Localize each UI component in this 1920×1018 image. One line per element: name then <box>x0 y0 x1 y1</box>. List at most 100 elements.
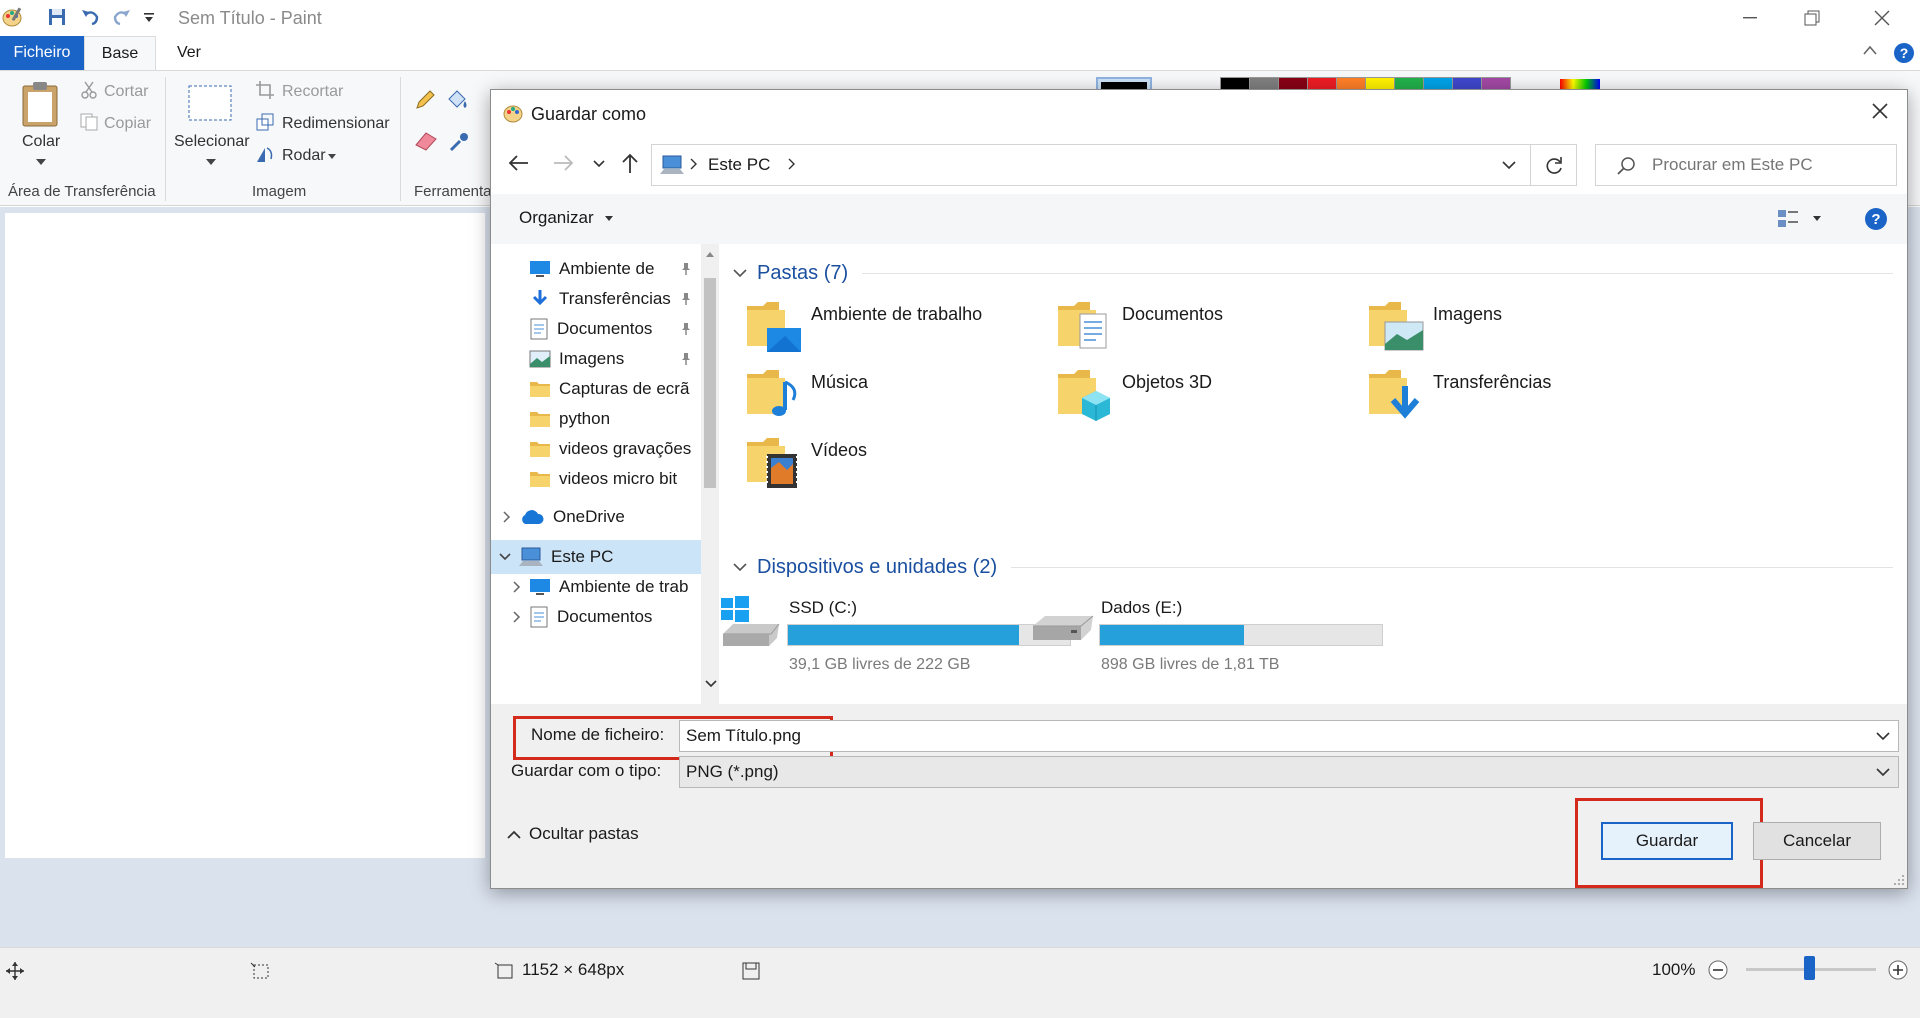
nav-item[interactable]: Documentos <box>491 312 701 346</box>
quick-save-icon[interactable] <box>48 8 66 26</box>
paint-app-icon[interactable] <box>2 6 24 28</box>
folder-name: Documentos <box>1122 304 1224 324</box>
resize-grip-icon[interactable] <box>1893 874 1905 886</box>
close-window-button[interactable] <box>1852 0 1912 36</box>
breadcrumb-chevron-icon[interactable] <box>690 158 698 170</box>
rotate-dropdown-icon[interactable] <box>328 154 336 159</box>
zoom-in-button[interactable] <box>1888 960 1908 980</box>
dialog-close-button[interactable] <box>1871 102 1889 120</box>
pencil-icon[interactable] <box>414 89 436 111</box>
music-folder-icon <box>745 364 805 424</box>
minimize-button[interactable] <box>1720 0 1780 36</box>
select-dropdown-icon[interactable] <box>206 159 216 165</box>
redo-icon[interactable] <box>112 7 132 27</box>
organize-dropdown-icon[interactable] <box>605 216 613 221</box>
crop-button[interactable]: Recortar <box>282 83 343 101</box>
address-history-dropdown-icon[interactable] <box>1502 161 1516 170</box>
onedrive-icon <box>519 509 545 525</box>
nav-item[interactable]: Este PC <box>491 540 701 574</box>
folder-item[interactable]: Transferências <box>1367 364 1727 444</box>
filetype-select[interactable]: PNG (*.png) <box>679 756 1899 788</box>
cancel-button[interactable]: Cancelar <box>1753 822 1881 860</box>
help-icon[interactable]: ? <box>1893 42 1915 64</box>
zoom-out-button[interactable] <box>1708 960 1728 980</box>
filename-input[interactable] <box>686 721 1686 751</box>
nav-item[interactable]: Documentos <box>491 600 701 634</box>
collapse-ribbon-icon[interactable] <box>1862 44 1878 56</box>
ribbon-tabs: Ficheiro Base Ver ? <box>0 36 1920 70</box>
dialog-toolbar: Organizar ? <box>491 194 1907 244</box>
expand-chevron-icon[interactable] <box>513 611 521 623</box>
pin-icon <box>679 292 693 306</box>
organize-menu[interactable]: Organizar <box>519 208 594 228</box>
nav-item[interactable]: videos micro bit <box>491 462 701 496</box>
paste-icon[interactable] <box>20 81 60 127</box>
address-bar[interactable]: Este PC <box>651 144 1531 186</box>
expand-chevron-icon[interactable] <box>503 511 511 523</box>
up-button[interactable] <box>621 152 639 174</box>
tab-file[interactable]: Ficheiro <box>0 36 84 70</box>
breadcrumb-this-pc[interactable]: Este PC <box>708 155 770 175</box>
hide-folders-chevron-icon[interactable] <box>507 830 521 839</box>
search-input[interactable] <box>1652 145 1888 185</box>
nav-item[interactable]: videos gravações <box>491 432 701 466</box>
paste-dropdown-icon[interactable] <box>36 159 46 165</box>
tools-group-label: Ferramenta <box>414 183 492 200</box>
nav-item[interactable]: Ambiente de <box>491 252 701 286</box>
save-button[interactable]: Guardar <box>1601 822 1733 860</box>
color-picker-icon[interactable] <box>448 131 470 153</box>
nav-item[interactable]: OneDrive <box>491 500 701 534</box>
nav-item[interactable]: Imagens <box>491 342 701 376</box>
tab-view[interactable]: Ver <box>156 36 222 70</box>
folder-item[interactable]: Objetos 3D <box>1056 364 1416 444</box>
refresh-button[interactable] <box>1531 144 1577 186</box>
search-box[interactable] <box>1595 144 1897 186</box>
drive-free-space: 898 GB livres de 1,81 TB <box>1101 656 1280 673</box>
drawing-canvas[interactable] <box>5 213 485 858</box>
nav-item[interactable]: python <box>491 402 701 436</box>
tab-home[interactable]: Base <box>84 36 156 70</box>
hide-folders-button[interactable]: Ocultar pastas <box>529 824 639 844</box>
eraser-icon[interactable] <box>414 131 438 151</box>
cut-button[interactable]: Cortar <box>104 83 148 101</box>
paste-button[interactable]: Colar <box>22 133 60 151</box>
filename-combo[interactable] <box>679 720 1899 752</box>
recent-locations-button[interactable] <box>593 160 605 168</box>
breadcrumb-chevron-icon[interactable] <box>788 158 796 170</box>
dialog-help-icon[interactable]: ? <box>1864 207 1888 231</box>
filename-dropdown-icon[interactable] <box>1876 732 1890 741</box>
this-pc-icon <box>519 547 543 567</box>
canvas-size-icon <box>494 962 514 980</box>
resize-button[interactable]: Redimensionar <box>282 115 390 133</box>
filetype-dropdown-icon[interactable] <box>1876 768 1890 777</box>
nav-item[interactable]: Ambiente de trab <box>491 570 701 604</box>
expand-chevron-icon[interactable] <box>513 581 521 593</box>
nav-item[interactable]: Transferências <box>491 282 701 316</box>
system-drive-icon <box>715 594 785 654</box>
back-button[interactable] <box>507 154 529 172</box>
desktop-icon <box>529 260 551 278</box>
view-options-icon[interactable] <box>1777 208 1799 230</box>
copy-button[interactable]: Copiar <box>104 115 151 133</box>
select-icon[interactable] <box>188 85 232 121</box>
fill-icon[interactable] <box>446 89 468 111</box>
collapse-chevron-icon[interactable] <box>499 553 511 561</box>
scroll-up-icon[interactable] <box>706 252 714 257</box>
nav-item[interactable]: Capturas de ecrã <box>491 372 701 406</box>
view-options-dropdown-icon[interactable] <box>1813 216 1821 221</box>
customize-quick-access-icon[interactable] <box>143 12 155 24</box>
devices-section-header[interactable]: Dispositivos e unidades (2) <box>733 552 1893 582</box>
folder-item[interactable]: Vídeos <box>745 432 1105 512</box>
scroll-thumb[interactable] <box>704 278 716 488</box>
zoom-slider-thumb[interactable] <box>1804 956 1815 980</box>
desktop-icon <box>529 578 551 596</box>
restore-button[interactable] <box>1782 0 1842 36</box>
select-button[interactable]: Selecionar <box>174 133 250 151</box>
folders-section-header[interactable]: Pastas (7) <box>733 258 1893 288</box>
forward-button[interactable] <box>553 154 575 172</box>
undo-icon[interactable] <box>80 7 100 27</box>
drive-name: Dados (E:) <box>1101 598 1183 617</box>
drive-item[interactable]: Dados (E:) 898 GB livres de 1,81 TB <box>1021 594 1401 684</box>
nav-item-label: Este PC <box>551 547 614 566</box>
rotate-button[interactable]: Rodar <box>282 147 326 165</box>
